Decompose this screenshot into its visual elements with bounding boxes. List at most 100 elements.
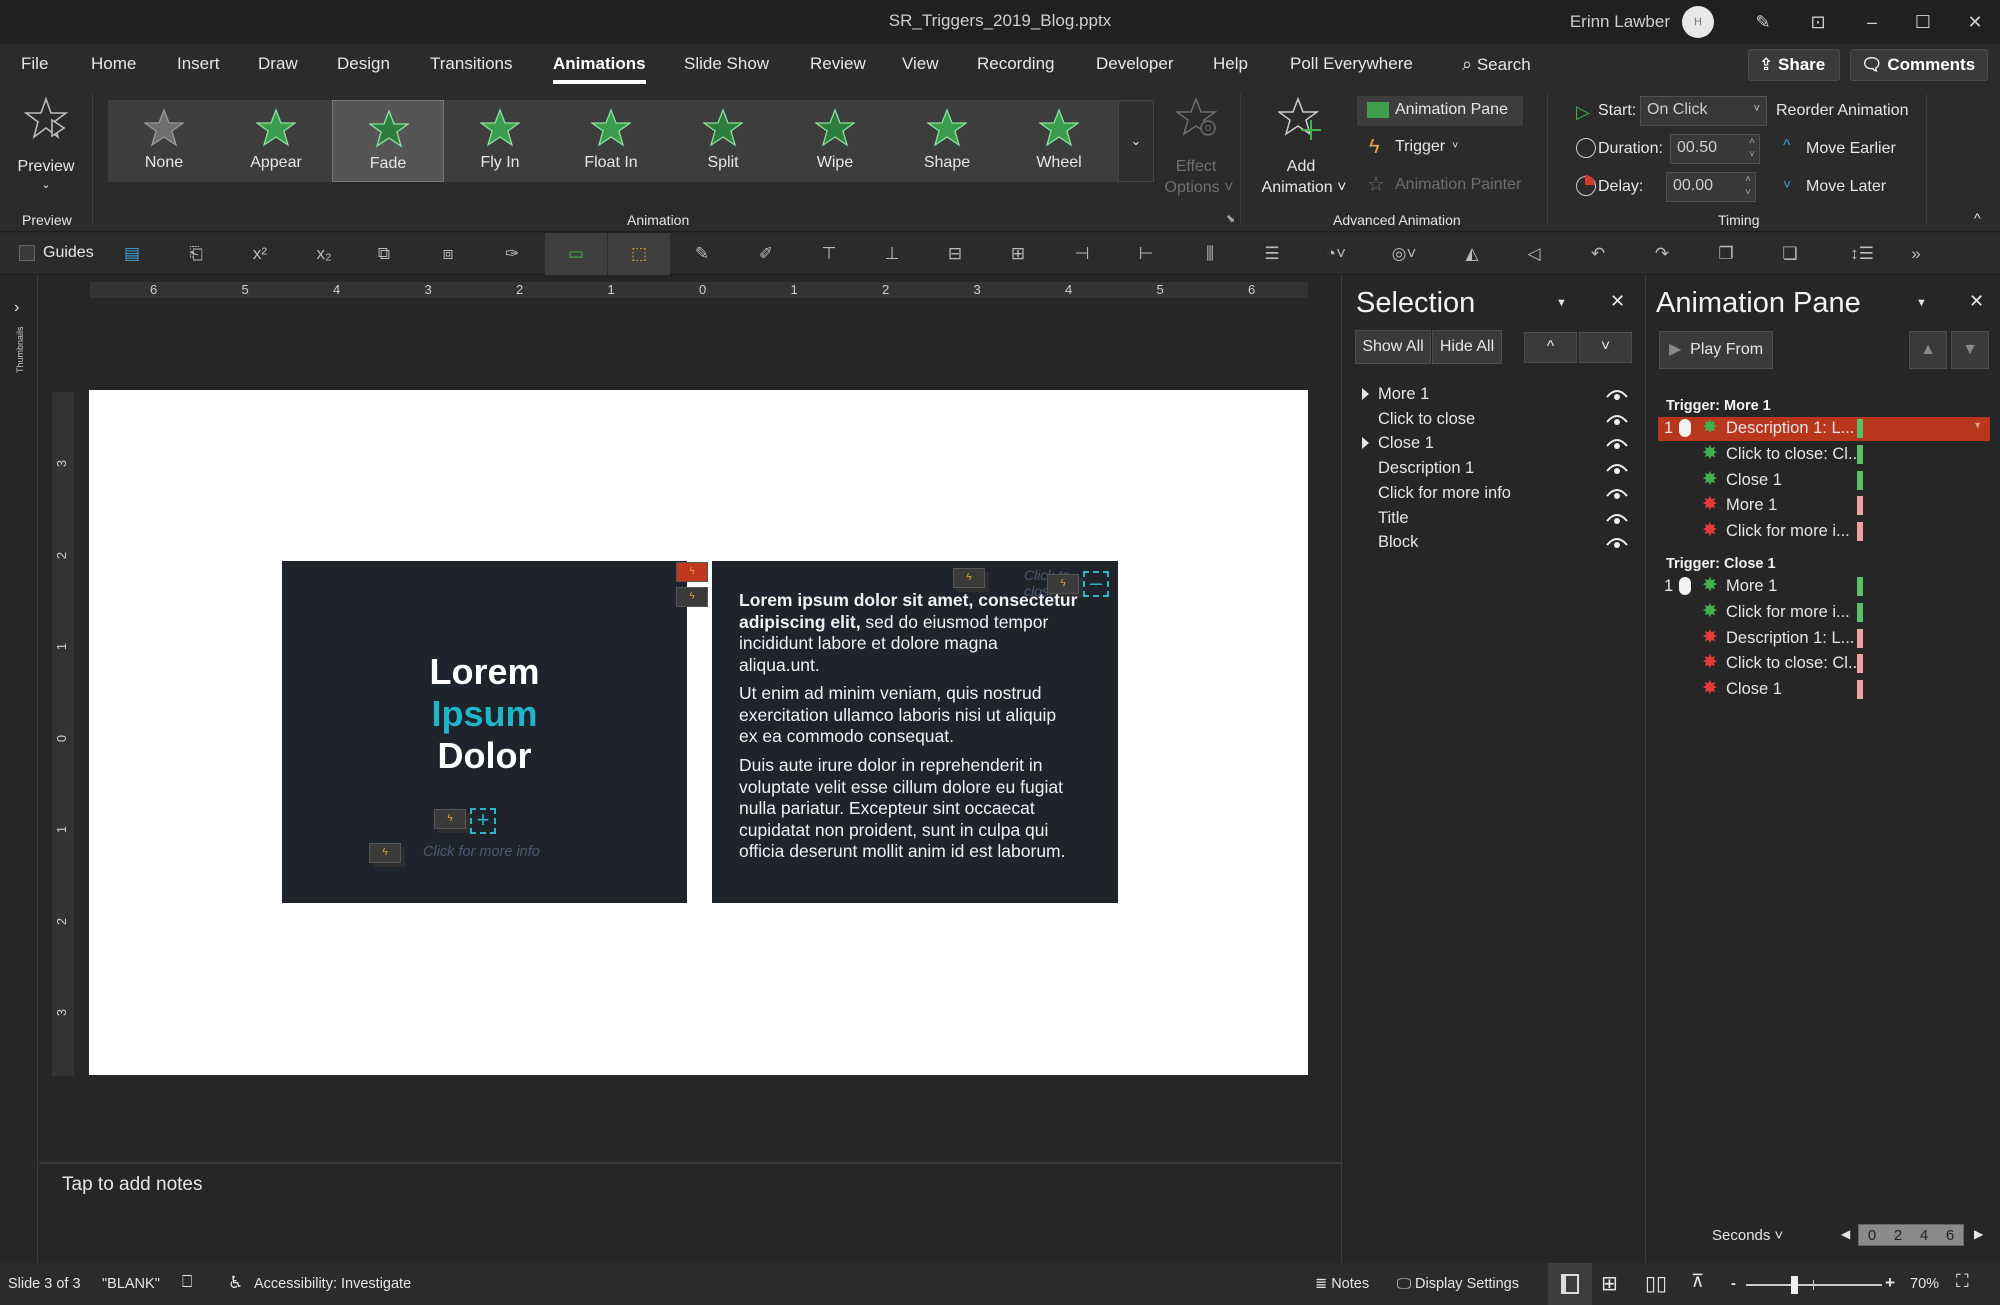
zoom-slider[interactable] (1746, 1276, 1882, 1294)
align-bottom-icon[interactable]: ⊥ (878, 241, 906, 267)
normal-view-button[interactable] (1548, 1263, 1592, 1305)
slide-title[interactable]: Lorem Ipsum Dolor (282, 651, 687, 777)
fit-to-window-icon[interactable]: ⛶ (1956, 1271, 1969, 1292)
gallery-item-wipe[interactable]: Wipe (779, 100, 891, 182)
more-plus-button[interactable]: + (470, 808, 496, 834)
animation-pane-button[interactable]: Animation Pane (1357, 96, 1523, 126)
seconds-dropdown[interactable]: Seconds ˅ (1712, 1227, 1783, 1244)
show-all-button[interactable]: Show All (1355, 330, 1431, 364)
slideshow-view-icon[interactable]: ⊼ (1691, 1271, 1704, 1292)
item-dropdown-icon[interactable]: ▼ (1973, 420, 1982, 430)
thumbnails-label[interactable]: Thumbnails (15, 326, 25, 373)
animation-item[interactable]: ✸ Close 1 (1658, 469, 1990, 493)
visibility-eye-icon[interactable] (1606, 388, 1628, 402)
effect-options-button[interactable]: Effect Options ˅ (1164, 96, 1233, 206)
slide[interactable] (89, 390, 1308, 1075)
notes-button[interactable]: ≣ Notes (1315, 1276, 1369, 1292)
pen-icon[interactable]: ✎ (1748, 8, 1778, 36)
close-minus-button[interactable]: – (1083, 571, 1109, 597)
gallery-item-none[interactable]: None (108, 100, 220, 182)
distribute-vertical-icon[interactable]: ☰ (1258, 241, 1286, 267)
visibility-eye-icon[interactable] (1606, 413, 1628, 427)
accessibility-status[interactable]: Accessibility: Investigate (254, 1276, 411, 1292)
selection-item[interactable]: Description 1 (1378, 459, 1474, 478)
tab-review[interactable]: Review (810, 54, 866, 74)
move-earlier-button[interactable]: Move Earlier (1806, 140, 1896, 158)
bring-forward-button[interactable]: ^ (1524, 332, 1577, 363)
ribbon-display-icon[interactable]: ⊡ (1803, 8, 1833, 36)
gallery-item-appear[interactable]: Appear (220, 100, 332, 182)
align-left-icon[interactable]: ⊢ (1132, 241, 1160, 267)
align-right-icon[interactable]: ⊣ (1068, 241, 1096, 267)
trigger-header[interactable]: Trigger: Close 1 (1666, 556, 1776, 572)
reset-slide-icon[interactable]: ⎗ (182, 241, 210, 267)
animation-pane-toggle-icon[interactable]: ▭ (545, 233, 607, 275)
notes-placeholder[interactable]: Tap to add notes (62, 1174, 203, 1196)
draw-pen-icon[interactable]: ✎ (688, 241, 716, 267)
align-top-icon[interactable]: ⊤ (815, 241, 843, 267)
shape-fill-icon[interactable]: ◔˅ (1322, 241, 1350, 267)
hide-all-button[interactable]: Hide All (1432, 330, 1502, 364)
timeline-scale[interactable]: 0246 (1858, 1224, 1964, 1246)
animation-item[interactable]: 1 ✸ Description 1: L... ▼ (1658, 417, 1990, 441)
animation-painter-button[interactable]: ☆ Animation Painter (1357, 172, 1537, 200)
move-up-button[interactable]: ▲ (1909, 331, 1947, 369)
animation-item[interactable]: ✸ Click for more i... (1658, 520, 1990, 544)
tab-draw[interactable]: Draw (258, 54, 298, 74)
eraser-pen-icon[interactable]: ✐ (752, 241, 780, 267)
play-from-button[interactable]: ▶ Play From (1659, 331, 1773, 369)
align-middle-icon[interactable]: ⊟ (941, 241, 969, 267)
trigger-tag-icon[interactable]: ϟ (434, 809, 466, 829)
search-box[interactable]: ⌕ Search (1462, 54, 1531, 75)
gallery-item-float-in[interactable]: Float In (555, 100, 667, 182)
trigger-tag-icon[interactable]: ϟ (676, 587, 708, 607)
spelling-check-icon[interactable]: ⎕ (182, 1272, 192, 1292)
accessibility-icon[interactable]: ♿ (228, 1273, 243, 1293)
tab-slide-show[interactable]: Slide Show (684, 54, 769, 74)
rotate-right-icon[interactable]: ↷ (1648, 241, 1676, 267)
delay-input[interactable]: 00.00 ˄ ˅ (1666, 172, 1756, 202)
tab-recording[interactable]: Recording (977, 54, 1055, 74)
selection-item[interactable]: Close 1 (1362, 434, 1434, 453)
send-to-back-icon[interactable]: ❏ (1776, 241, 1804, 267)
share-button[interactable]: ⇪ Share (1748, 49, 1840, 81)
close-pane-icon[interactable]: ✕ (1969, 291, 1984, 312)
gallery-item-wheel[interactable]: Wheel (1003, 100, 1115, 182)
user-name[interactable]: Erinn Lawber (1570, 12, 1670, 32)
trigger-tag-icon[interactable]: ϟ (676, 562, 708, 582)
close-pane-icon[interactable]: ✕ (1610, 291, 1625, 312)
comments-button[interactable]: 🗨 Comments (1850, 49, 1988, 81)
animation-item[interactable]: 1 ✸ More 1 (1658, 575, 1990, 599)
duration-input[interactable]: 00.50 ˄ ˅ (1670, 134, 1760, 164)
zoom-level[interactable]: 70% (1910, 1276, 1939, 1292)
gallery-more-button[interactable]: ⌄ (1118, 100, 1154, 182)
animation-item[interactable]: ✸ More 1 (1658, 494, 1990, 518)
selection-item[interactable]: Title (1378, 509, 1409, 528)
close-button[interactable]: ✕ (1960, 8, 1990, 36)
flip-vertical-icon[interactable]: ◁ (1520, 241, 1548, 267)
animation-item[interactable]: ✸ Click to close: Cl... (1658, 652, 1990, 676)
tab-file[interactable]: File (21, 54, 48, 74)
send-backward-icon[interactable]: ⧈ (434, 241, 462, 267)
line-spacing-icon[interactable]: ↕☰ (1848, 241, 1876, 267)
visibility-eye-icon[interactable] (1606, 437, 1628, 451)
tab-home[interactable]: Home (91, 54, 136, 74)
animation-item[interactable]: ✸ Click for more i... (1658, 601, 1990, 625)
timeline-right-icon[interactable]: ▶ (1974, 1227, 1983, 1241)
gallery-item-fly-in[interactable]: Fly In (444, 100, 556, 182)
merge-shapes-icon[interactable]: ◎˅ (1390, 241, 1418, 267)
animation-item[interactable]: ✸ Description 1: L... (1658, 627, 1990, 651)
spinner-icon[interactable]: ˄ ˅ (1749, 135, 1755, 161)
expand-arrow-icon[interactable] (1362, 388, 1369, 400)
minimize-button[interactable]: – (1857, 8, 1887, 36)
start-dropdown[interactable]: On Click ˅ (1640, 96, 1767, 126)
guides-checkbox[interactable] (19, 245, 35, 261)
maximize-button[interactable]: ☐ (1908, 8, 1938, 36)
subscript-icon[interactable]: x₂ (310, 241, 338, 267)
tab-transitions[interactable]: Transitions (430, 54, 513, 74)
gallery-item-shape[interactable]: Shape (891, 100, 1003, 182)
animation-item[interactable]: ✸ Click to close: Cl... (1658, 443, 1990, 467)
align-center-icon[interactable]: ⊞ (1004, 241, 1032, 267)
expand-thumbnails-icon[interactable]: › (14, 299, 19, 317)
reading-view-icon[interactable]: ▯▯ (1645, 1271, 1667, 1296)
